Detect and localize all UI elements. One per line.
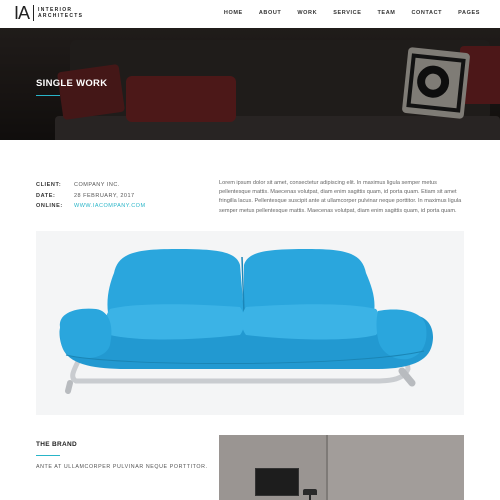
room-photo xyxy=(219,435,464,500)
nav-team[interactable]: TEAM xyxy=(377,10,395,16)
nav-contact[interactable]: CONTACT xyxy=(411,10,442,16)
client-label: CLIENT: xyxy=(36,182,62,189)
brand-underline xyxy=(36,455,60,456)
date-value: 28 FEBRUARY, 2017 xyxy=(74,192,135,199)
nav-about[interactable]: ABOUT xyxy=(259,10,282,16)
room-corner xyxy=(326,435,328,500)
date-label: DATE: xyxy=(36,192,56,199)
hero-banner: SINGLE WORK xyxy=(0,28,500,140)
nav-home[interactable]: HOME xyxy=(224,10,243,16)
product-image xyxy=(36,231,464,415)
title-underline xyxy=(36,95,60,96)
lamp-stem xyxy=(309,493,311,500)
info-row-date: DATE: 28 FEBRUARY, 2017 xyxy=(36,191,146,202)
site-logo[interactable]: IA INTERIOR ARCHITECTS xyxy=(14,4,83,22)
nav-pages[interactable]: PAGES xyxy=(458,10,480,16)
website-link[interactable]: WWW.IACOMPANY.COM xyxy=(74,203,146,209)
blue-sofa-icon xyxy=(59,249,434,394)
info-row-online: ONLINE: WWW.IACOMPANY.COM xyxy=(36,201,146,212)
page-title: SINGLE WORK xyxy=(36,78,108,89)
info-row-client: CLIENT: COMPANY INC. xyxy=(36,180,146,191)
nav-service[interactable]: SERVICE xyxy=(333,10,361,16)
brand-title: THE BRAND xyxy=(36,441,77,448)
logo-line-2: ARCHITECTS xyxy=(38,13,84,19)
room-wall-right xyxy=(327,435,464,500)
online-label: ONLINE: xyxy=(36,203,63,210)
client-value: COMPANY INC. xyxy=(74,182,120,189)
brand-subtitle: ANTE AT ULLAMCORPER PULVINAR NEQUE PORTT… xyxy=(36,464,208,470)
project-description: Lorem ipsum dolor sit amet, consectetur … xyxy=(219,180,462,214)
logo-text: INTERIOR ARCHITECTS xyxy=(38,7,83,19)
nav-work[interactable]: WORK xyxy=(297,10,317,16)
project-info: CLIENT: COMPANY INC. DATE: 28 FEBRUARY, … xyxy=(36,180,146,212)
main-nav: HOME ABOUT WORK SERVICE TEAM CONTACT PAG… xyxy=(224,10,480,16)
logo-divider xyxy=(33,5,35,21)
site-header: IA INTERIOR ARCHITECTS HOME ABOUT WORK S… xyxy=(0,0,500,28)
tv-icon xyxy=(255,468,299,496)
logo-mark: IA xyxy=(14,3,30,23)
